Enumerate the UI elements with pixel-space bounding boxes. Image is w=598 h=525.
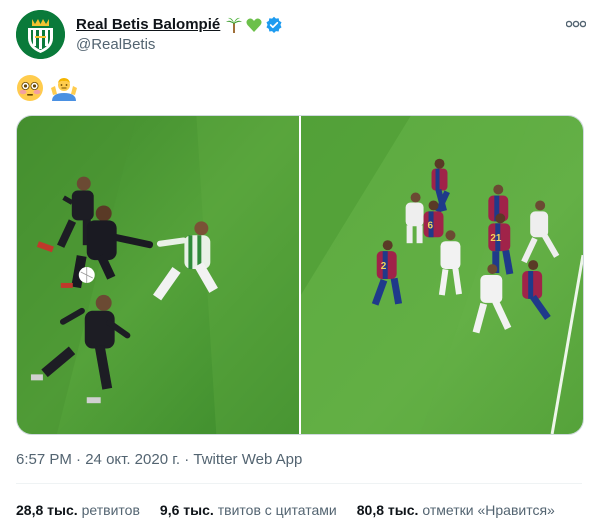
tweet-stats: 28,8 тыс. ретвитов 9,6 тыс. твитов с цитат… [16, 500, 555, 520]
likes-label: отметки «Нравится» [422, 502, 555, 518]
tweet-source[interactable]: Twitter Web App [193, 451, 302, 468]
photo-left[interactable] [17, 116, 299, 434]
display-name-text[interactable]: Real Betis Balompié [76, 15, 220, 35]
retweets-label: ретвитов [81, 502, 140, 518]
likes-count: 80,8 тыс. [356, 502, 419, 518]
display-name[interactable]: Real Betis Balompié [76, 15, 283, 35]
quote-tweets-label: твитов с цитатами [217, 502, 337, 518]
divider [16, 483, 582, 484]
verified-badge-icon [266, 16, 282, 33]
tweet-header: Real Betis Balompié @RealBetis [16, 10, 586, 60]
flushed-face-icon [17, 75, 43, 101]
stat-likes[interactable]: 80,8 тыс. отметки «Нравится» [357, 500, 555, 520]
tweet-time[interactable]: 6:57 PM [16, 451, 72, 468]
svg-text:2: 2 [381, 261, 387, 272]
man-shrugging-icon [51, 78, 77, 101]
green-heart-icon [246, 18, 262, 32]
meta-separator: · [71, 451, 86, 468]
media-grid: 6 21 2 [16, 115, 584, 435]
photo-right[interactable]: 6 21 2 [301, 116, 583, 434]
meta-separator-2: · [180, 451, 194, 468]
svg-text:6: 6 [428, 220, 434, 231]
palm-tree-icon [226, 17, 243, 33]
quote-tweets-count: 9,6 тыс. [159, 502, 214, 518]
stat-retweets[interactable]: 28,8 тыс. ретвитов [16, 500, 140, 520]
account-names: Real Betis Balompié @RealBetis [76, 15, 283, 55]
tweet-date[interactable]: 24 окт. 2020 г. [85, 451, 180, 468]
avatar[interactable] [16, 10, 65, 59]
account-handle[interactable]: @RealBetis [76, 35, 283, 55]
tweet-text [16, 74, 78, 106]
more-options-icon[interactable] [566, 16, 586, 32]
stat-quote-tweets[interactable]: 9,6 тыс. твитов с цитатами [160, 500, 337, 520]
svg-text:21: 21 [490, 233, 502, 244]
tweet-meta: 6:57 PM · 24 окт. 2020 г. · Twitter Web … [16, 450, 302, 470]
retweets-count: 28,8 тыс. [16, 502, 78, 518]
